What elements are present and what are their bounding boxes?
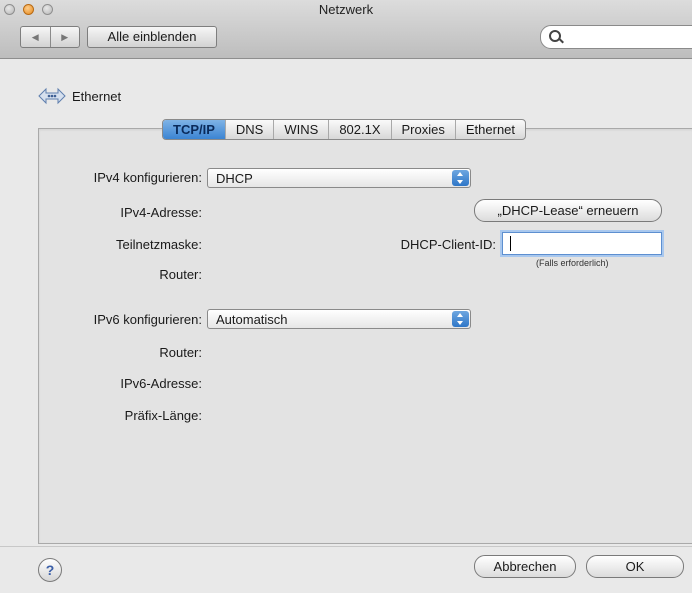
ipv4-address-label: IPv4-Adresse: <box>120 205 202 220</box>
back-forward-control: ◀ ▶ <box>20 26 80 48</box>
back-button[interactable]: ◀ <box>21 27 50 47</box>
forward-arrow-icon: ▶ <box>61 31 69 42</box>
ipv6-configure-value: Automatisch <box>216 312 288 327</box>
search-field[interactable] <box>540 25 692 49</box>
title-toolbar-bar: Netzwerk ◀ ▶ Alle einblenden <box>0 0 692 59</box>
network-window: Netzwerk ◀ ▶ Alle einblenden Ethernet TC… <box>0 0 692 593</box>
prefix-length-label: Präfix-Länge: <box>124 408 202 423</box>
client-id-hint: (Falls erforderlich) <box>536 258 609 268</box>
window-title: Netzwerk <box>318 2 374 17</box>
help-icon: ? <box>45 562 55 578</box>
ipv6-configure-label: IPv6 konfigurieren: <box>93 312 202 327</box>
ipv4-configure-value: DHCP <box>216 171 253 186</box>
cancel-button[interactable]: Abbrechen <box>474 555 576 578</box>
text-caret <box>510 236 511 251</box>
popup-arrows-icon <box>452 311 469 327</box>
tab-bar: TCP/IP DNS WINS 802.1X Proxies Ethernet <box>162 119 527 140</box>
tab-proxies[interactable]: Proxies <box>390 120 455 139</box>
help-button[interactable]: ? <box>38 558 62 582</box>
back-arrow-icon: ◀ <box>31 31 39 42</box>
search-icon <box>549 30 561 42</box>
renew-dhcp-lease-button[interactable]: „DHCP-Lease“ erneuern <box>474 199 662 222</box>
footer-divider <box>0 546 692 547</box>
service-header: Ethernet <box>38 85 121 107</box>
ipv6-configure-popup[interactable]: Automatisch <box>207 309 471 329</box>
tab-ethernet[interactable]: Ethernet <box>454 120 525 139</box>
ipv6-address-label: IPv6-Adresse: <box>120 376 202 391</box>
service-title: Ethernet <box>72 88 122 104</box>
ipv4-router-label: Router: <box>159 267 202 282</box>
ipv6-router-label: Router: <box>159 345 202 360</box>
popup-arrows-icon <box>452 170 469 186</box>
ethernet-icon <box>38 87 66 105</box>
tab-wins[interactable]: WINS <box>273 120 328 139</box>
ipv4-configure-popup[interactable]: DHCP <box>207 168 471 188</box>
settings-panel <box>38 128 692 544</box>
ipv4-configure-label: IPv4 konfigurieren: <box>93 170 202 185</box>
tab-dns[interactable]: DNS <box>224 120 273 139</box>
forward-button[interactable]: ▶ <box>49 27 80 47</box>
tab-802-1x[interactable]: 802.1X <box>328 120 390 139</box>
dhcp-client-id-input[interactable] <box>502 232 662 255</box>
ok-button[interactable]: OK <box>586 555 684 578</box>
dhcp-client-id-label: DHCP-Client-ID: <box>400 237 496 252</box>
subnet-mask-label: Teilnetzmaske: <box>116 237 202 252</box>
show-all-button[interactable]: Alle einblenden <box>87 26 217 48</box>
tab-tcp-ip[interactable]: TCP/IP <box>163 120 225 139</box>
